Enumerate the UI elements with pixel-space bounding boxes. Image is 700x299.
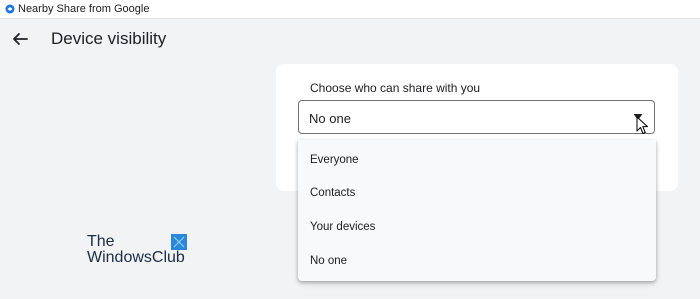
visibility-select[interactable]: No one [298, 100, 655, 134]
watermark-line-2: WindowsClub [87, 249, 185, 266]
selected-value: No one [309, 111, 351, 126]
windows-logo-icon [171, 234, 187, 250]
window-title: Nearby Share from Google [18, 3, 150, 15]
option-no-one[interactable]: No one [298, 243, 656, 276]
visibility-dropdown-menu: Everyone Contacts Your devices No one [298, 140, 656, 281]
option-label: No one [310, 255, 348, 267]
visibility-label: Choose who can share with you [310, 81, 481, 95]
title-bar: Nearby Share from Google [0, 0, 700, 19]
option-contacts[interactable]: Contacts [298, 175, 656, 208]
watermark: The WindowsClub [87, 234, 187, 266]
nearby-share-icon [5, 4, 15, 14]
option-label: Contacts [310, 187, 356, 199]
back-arrow-icon[interactable] [10, 29, 30, 49]
option-your-devices[interactable]: Your devices [298, 209, 656, 242]
mouse-pointer-icon [636, 116, 648, 134]
option-everyone[interactable]: Everyone [298, 142, 656, 175]
option-label: Your devices [310, 221, 376, 233]
option-label: Everyone [310, 154, 359, 166]
page-title: Device visibility [51, 29, 167, 48]
